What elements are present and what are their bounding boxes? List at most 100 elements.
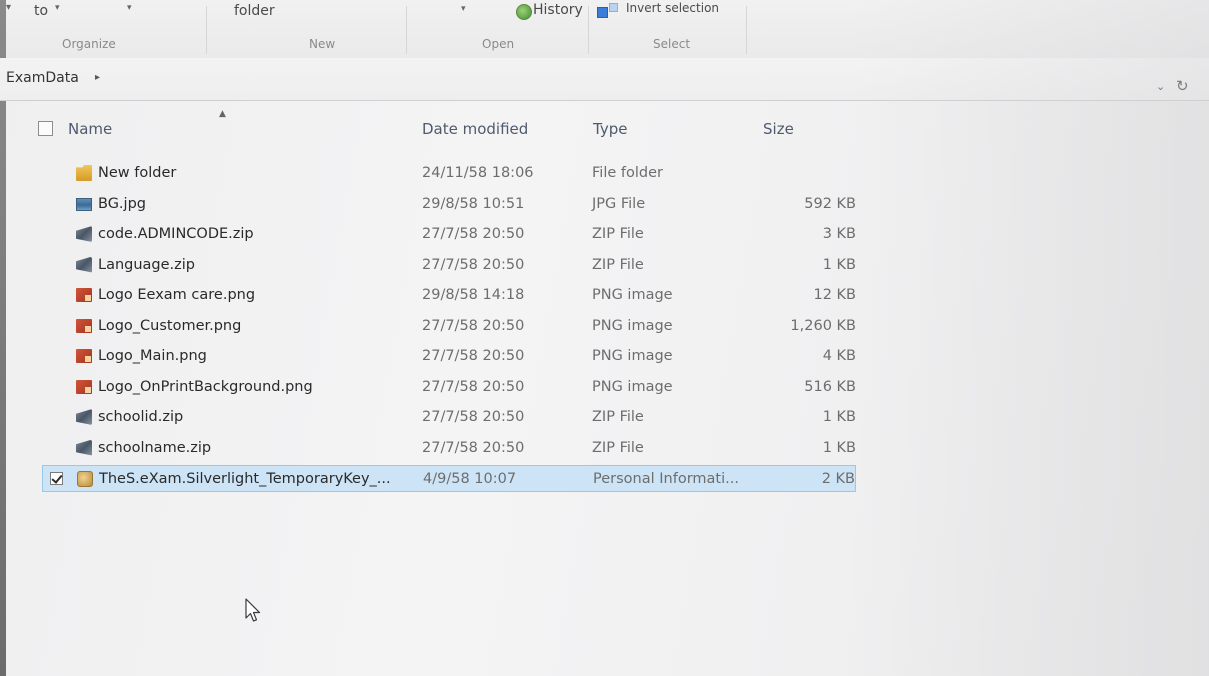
chevron-down-icon[interactable]: ⌄ [1156, 80, 1165, 93]
file-row[interactable]: BG.jpg 29/8/58 10:51 JPG File 592 KB [42, 191, 856, 218]
file-size: 592 KB [804, 195, 856, 212]
file-type: PNG image [592, 287, 673, 303]
file-type: ZIP File [592, 439, 644, 456]
file-date-modified: 27/7/58 20:50 [422, 226, 525, 242]
file-date-modified: 27/7/58 20:50 [422, 409, 525, 425]
file-row[interactable]: Logo Eexam care.png 29/8/58 14:18 PNG imag… [42, 282, 856, 309]
file-row[interactable]: Logo_Customer.png 27/7/58 20:50 PNG image 1… [42, 313, 856, 340]
new-folder-button-label[interactable]: folder [234, 3, 275, 19]
file-date-modified: 27/7/58 20:50 [422, 378, 525, 395]
breadcrumb-chevron-icon[interactable]: ▸ [95, 72, 100, 83]
zip-file-icon [76, 256, 92, 273]
zip-file-icon [76, 409, 92, 425]
file-row[interactable]: code.ADMINCODE.zip 27/7/58 20:50 ZIP File 3… [42, 221, 856, 248]
file-type: PNG image [592, 378, 673, 395]
zip-file-icon [76, 226, 92, 242]
file-type: Personal Informati... [593, 471, 739, 487]
file-date-modified: 29/8/58 10:51 [422, 195, 525, 212]
ribbon-divider [206, 6, 207, 54]
file-type: JPG File [592, 195, 646, 212]
file-row[interactable]: Logo_OnPrintBackground.png 27/7/58 20:50 P… [42, 374, 856, 401]
folder-icon [76, 165, 92, 181]
address-bar[interactable]: ExamData ▸ ⌄ ↻ [0, 58, 1209, 101]
file-date-modified: 24/11/58 18:06 [422, 165, 534, 181]
file-row[interactable]: Language.zip 27/7/58 20:50 ZIP File 1 KB [42, 252, 856, 279]
file-row-selected[interactable]: TheS.eXam.Silverlight_TemporaryKey_... 4/… [42, 465, 856, 492]
file-size: 3 KB [822, 226, 856, 242]
ribbon-divider [406, 6, 407, 54]
file-name: New folder [98, 165, 177, 181]
file-size: 1,260 KB [790, 317, 856, 334]
column-header-name[interactable]: Name [68, 120, 112, 138]
zip-file-icon [76, 439, 92, 456]
image-file-icon [76, 197, 92, 211]
refresh-icon[interactable]: ↻ [1176, 77, 1189, 95]
select-all-checkbox[interactable] [38, 121, 53, 136]
file-type: ZIP File [592, 256, 644, 273]
group-label-new: New [309, 37, 336, 51]
move-to-dropdown-icon[interactable]: ▾ [55, 3, 60, 13]
properties-dropdown-icon[interactable]: ▾ [461, 4, 466, 14]
file-date-modified: 27/7/58 20:50 [422, 348, 525, 364]
group-label-organize: Organize [62, 37, 116, 51]
certificate-file-icon [77, 471, 93, 487]
file-name: Logo_Customer.png [98, 317, 242, 334]
file-size: 12 KB [813, 287, 856, 303]
column-header-type[interactable]: Type [593, 120, 627, 138]
png-file-icon [76, 288, 92, 302]
png-file-icon [76, 318, 92, 333]
file-type: File folder [592, 165, 663, 181]
move-to-button-label[interactable]: to [34, 3, 48, 19]
file-size: 516 KB [804, 378, 856, 395]
dropdown-marker-icon: ▾ [6, 2, 12, 13]
file-date-modified: 27/7/58 20:50 [422, 439, 525, 456]
sort-indicator-icon: ▲ [219, 109, 226, 119]
file-size: 2 KB [821, 471, 855, 487]
file-name: TheS.eXam.Silverlight_TemporaryKey_... [99, 471, 391, 487]
file-name: Language.zip [98, 256, 196, 273]
file-date-modified: 27/7/58 20:50 [422, 317, 525, 334]
file-name: schoolid.zip [98, 409, 184, 425]
file-explorer-window: ▾ to ▾ ▾ folder ▾ History Invert selecti… [0, 0, 1209, 676]
history-icon [516, 4, 532, 20]
file-type: PNG image [592, 348, 673, 364]
file-row[interactable]: Logo_Main.png 27/7/58 20:50 PNG image 4 KB [42, 343, 856, 370]
file-type: ZIP File [592, 409, 644, 425]
png-file-icon [76, 349, 92, 363]
file-name: BG.jpg [98, 195, 146, 212]
file-date-modified: 27/7/58 20:50 [422, 256, 525, 273]
row-checkbox[interactable] [50, 472, 63, 485]
mouse-cursor-icon [245, 598, 261, 622]
invert-selection-icon-secondary [609, 3, 618, 12]
file-name: Logo_OnPrintBackground.png [98, 378, 313, 395]
history-button[interactable]: History [533, 2, 583, 18]
file-type: PNG image [592, 317, 673, 334]
ribbon-divider [746, 6, 747, 54]
file-row[interactable]: New folder 24/11/58 18:06 File folder [42, 160, 856, 187]
breadcrumb-examdata[interactable]: ExamData [6, 70, 79, 86]
file-name: code.ADMINCODE.zip [98, 226, 254, 242]
file-name: Logo Eexam care.png [98, 287, 256, 303]
file-size: 1 KB [822, 439, 856, 456]
ribbon-divider [588, 6, 589, 54]
file-list: ▲ Name Date modified Type Size New folde… [6, 100, 1209, 676]
file-type: ZIP File [592, 226, 644, 242]
group-label-select: Select [653, 37, 691, 51]
column-header-size[interactable]: Size [763, 120, 794, 138]
invert-selection-icon [597, 7, 608, 18]
png-file-icon [76, 379, 92, 394]
copy-to-dropdown-icon[interactable]: ▾ [127, 3, 132, 13]
file-name: Logo_Main.png [98, 348, 207, 364]
file-size: 1 KB [822, 256, 856, 273]
file-size: 4 KB [822, 348, 856, 364]
ribbon: ▾ to ▾ ▾ folder ▾ History Invert selecti… [6, 0, 1209, 59]
file-row[interactable]: schoolname.zip 27/7/58 20:50 ZIP File 1 KB [42, 435, 856, 462]
file-date-modified: 29/8/58 14:18 [422, 287, 525, 303]
file-date-modified: 4/9/58 10:07 [423, 471, 517, 487]
column-header-date-modified[interactable]: Date modified [422, 120, 528, 138]
file-name: schoolname.zip [98, 439, 212, 456]
file-row[interactable]: schoolid.zip 27/7/58 20:50 ZIP File 1 KB [42, 404, 856, 431]
file-size: 1 KB [822, 409, 856, 425]
invert-selection-button[interactable]: Invert selection [626, 1, 719, 15]
group-label-open: Open [482, 37, 515, 51]
